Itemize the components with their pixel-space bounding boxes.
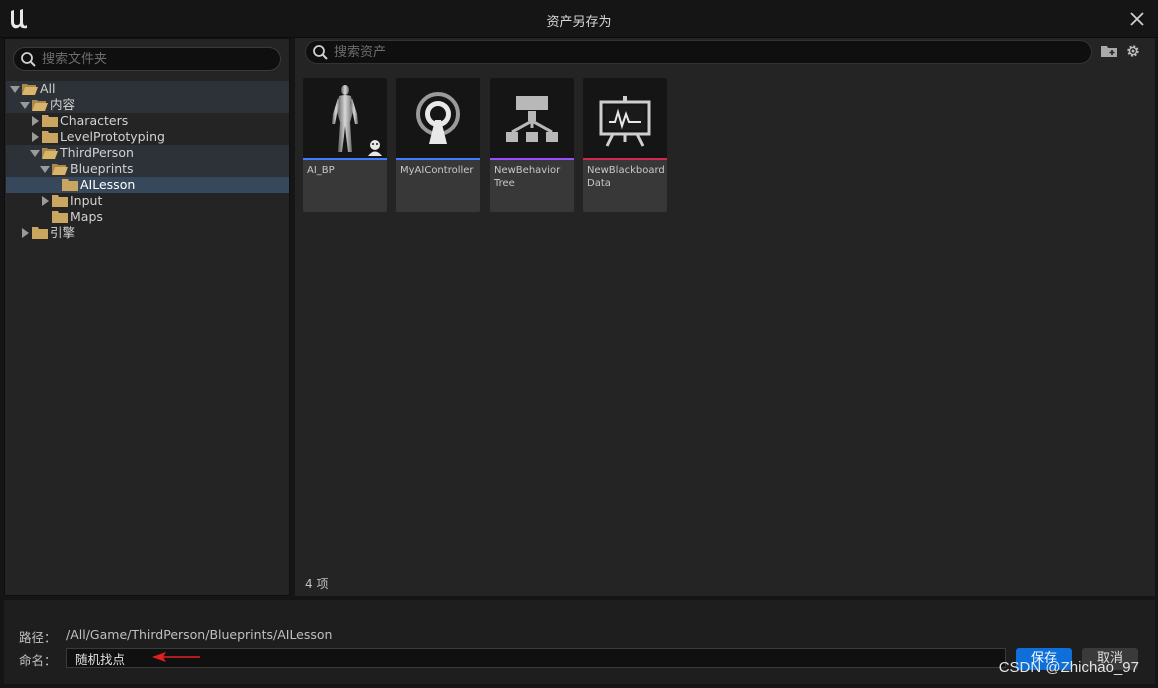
tree-item-label: Maps <box>70 209 103 224</box>
title-bar: 资产另存为 <box>0 0 1158 38</box>
folder-icon <box>32 227 48 239</box>
tree-item-engine[interactable]: 引擎 <box>6 225 289 241</box>
folder-open-icon <box>22 84 38 95</box>
asset-tile-myaicontroller[interactable]: MyAIController <box>396 78 480 212</box>
folder-search-input[interactable] <box>42 50 272 68</box>
tree-item-label: 内容 <box>50 97 76 112</box>
item-count: 4 项 <box>305 577 329 591</box>
tree-item-input[interactable]: Input <box>6 193 289 209</box>
asset-name: AI_BP <box>307 165 335 176</box>
folder-tree: All 内容 Characters LevelPrototyping Third… <box>6 81 289 241</box>
asset-tile-newblackboarddata[interactable]: NewBlackboard Data <box>583 78 667 212</box>
asset-type-bar <box>396 158 480 160</box>
tree-item-maps[interactable]: Maps <box>6 209 289 225</box>
asset-thumbnail <box>490 78 574 158</box>
new-folder-icon[interactable] <box>1100 43 1118 59</box>
tree-item-label: 引擎 <box>50 225 76 240</box>
asset-tile-newbehaviortree[interactable]: NewBehavior Tree <box>490 78 574 212</box>
blackboard-icon <box>599 96 651 147</box>
tree-item-label: LevelPrototyping <box>60 129 165 144</box>
folder-icon <box>42 131 58 143</box>
asset-type-bar <box>490 158 574 160</box>
folder-open-icon <box>52 164 68 175</box>
tree-item-levelprototyping[interactable]: LevelPrototyping <box>6 129 289 145</box>
search-icon <box>21 52 36 67</box>
tree-item-blueprints[interactable]: Blueprints <box>6 161 289 177</box>
asset-name: NewBehavior Tree <box>494 165 561 189</box>
tree-item-label: Blueprints <box>70 161 134 176</box>
asset-type-bar <box>583 158 667 160</box>
folder-icon <box>62 179 78 191</box>
asset-tile-ai-bp[interactable]: AI_BP <box>303 78 387 212</box>
expand-arrow-icon[interactable] <box>32 116 39 126</box>
watermark: CSDN @Zhichao_97 <box>998 659 1139 676</box>
folder-open-icon <box>42 148 58 159</box>
asset-search-box[interactable] <box>305 40 1092 64</box>
asset-thumbnail <box>583 78 667 158</box>
path-value: /All/Game/ThirdPerson/Blueprints/AILesso… <box>66 627 333 642</box>
tree-item-all[interactable]: All <box>6 81 289 97</box>
ai-controller-icon <box>416 92 460 144</box>
expand-arrow-icon[interactable] <box>42 196 49 206</box>
close-icon[interactable] <box>1128 10 1146 28</box>
folder-open-icon <box>32 100 48 111</box>
asset-name: NewBlackboard Data <box>587 165 665 189</box>
character-mannequin-icon <box>332 85 382 156</box>
tree-item-label: Characters <box>60 113 129 128</box>
asset-type-bar <box>303 158 387 160</box>
folder-icon <box>42 115 58 127</box>
asset-search-input[interactable] <box>334 43 1074 61</box>
collapse-arrow-icon[interactable] <box>40 166 50 173</box>
name-label: 命名： <box>19 653 57 668</box>
tree-item-label: AILesson <box>80 177 136 192</box>
search-icon <box>313 45 328 60</box>
tree-item-content[interactable]: 内容 <box>6 97 289 113</box>
settings-gear-icon[interactable] <box>1124 43 1142 59</box>
save-footer: 路径： /All/Game/ThirdPerson/Blueprints/AIL… <box>4 600 1155 684</box>
folder-icon <box>52 211 68 223</box>
tree-item-label: ThirdPerson <box>60 145 134 160</box>
folder-icon <box>52 195 68 207</box>
path-label: 路径： <box>19 630 57 645</box>
behavior-tree-icon <box>506 96 558 142</box>
expand-arrow-icon[interactable] <box>32 132 39 142</box>
tree-item-label: Input <box>70 193 103 208</box>
folder-search-box[interactable] <box>13 47 281 71</box>
collapse-arrow-icon[interactable] <box>20 102 30 109</box>
asset-name-input[interactable] <box>66 648 1006 668</box>
tree-item-label: All <box>40 81 56 96</box>
expand-arrow-icon[interactable] <box>22 228 29 238</box>
red-arrow-annotation <box>152 652 200 662</box>
asset-name: MyAIController <box>400 165 474 176</box>
tree-item-characters[interactable]: Characters <box>6 113 289 129</box>
asset-thumbnail <box>303 78 387 158</box>
tree-item-ailesson[interactable]: AILesson <box>6 177 289 193</box>
tree-item-thirdperson[interactable]: ThirdPerson <box>6 145 289 161</box>
collapse-arrow-icon[interactable] <box>10 86 20 93</box>
asset-panel: AI_BP MyAIController New <box>295 38 1155 596</box>
collapse-arrow-icon[interactable] <box>30 150 40 157</box>
asset-thumbnail <box>396 78 480 158</box>
folder-panel: All 内容 Characters LevelPrototyping Third… <box>4 38 290 596</box>
window-title: 资产另存为 <box>546 15 612 30</box>
